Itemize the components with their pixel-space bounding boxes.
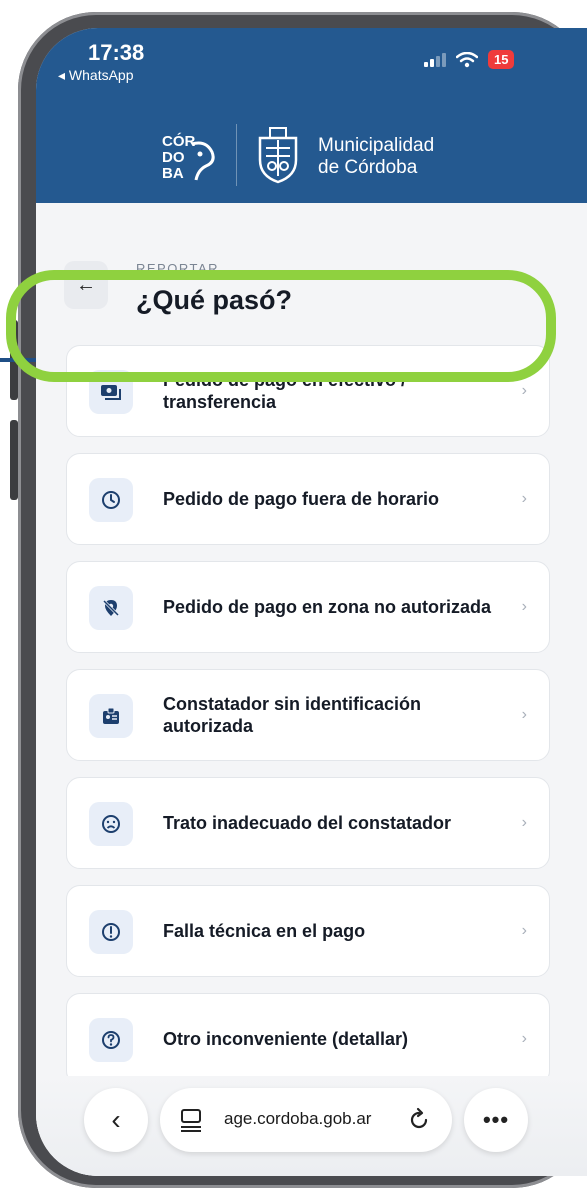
svg-text:CÓR: CÓR [162,132,196,150]
url-text: age.cordoba.gob.ar [224,1109,372,1128]
location-off-icon [89,586,133,630]
section-label: REPORTAR [136,261,220,276]
svg-text:DO: DO [162,149,185,166]
option-label: Falla técnica en el pago [163,921,366,941]
wifi-icon [456,51,478,67]
option-label: Constatador sin identificación autorizad… [163,694,422,736]
cordoba-capital-logo: CÓR DO BA [162,132,215,182]
chevron-right-icon: › [521,922,527,939]
tabs-icon [181,1109,201,1132]
option-other-issue[interactable]: Otro inconveniente (detallar) › [66,993,550,1085]
alert-icon [89,910,133,954]
municipality-line1: Municipalidad [318,135,435,156]
status-time: 17:38 [88,40,145,65]
phone-screen: 17:38 ◂ WhatsApp 15 CÓR DO BA Municipali… [36,28,587,1176]
chevron-right-icon: › [521,706,527,723]
address-bar[interactable]: age.cordoba.gob.ar [160,1088,452,1152]
more-options-button[interactable]: ••• [464,1088,528,1152]
chevron-right-icon: › [521,490,527,507]
back-button[interactable]: ← [64,261,108,309]
cash-icon [89,370,133,414]
chevron-left-icon: ‹ [111,1104,121,1135]
option-out-of-hours[interactable]: Pedido de pago fuera de horario › [66,453,550,545]
option-label: Otro inconveniente (detallar) [163,1029,409,1049]
chevron-right-icon: › [521,814,527,831]
option-cash-transfer[interactable]: Pedido de pago en efectivo / transferenc… [66,345,550,437]
battery-indicator: 15 [488,50,515,69]
option-technical-failure[interactable]: Falla técnica en el pago › [66,885,550,977]
browser-back-button[interactable]: ‹ [84,1088,148,1152]
sad-face-icon [89,802,133,846]
option-label: Pedido de pago fuera de horario [163,489,440,509]
municipal-shield-logo [258,127,298,184]
clock-icon [89,478,133,522]
option-inadequate-treatment[interactable]: Trato inadecuado del constatador › [66,777,550,869]
page-title: ¿Qué pasó? [136,285,293,315]
option-unauthorized-zone[interactable]: Pedido de pago en zona no autorizada › [66,561,550,653]
volume-down-button [10,420,18,500]
option-label: Trato inadecuado del constatador [163,813,452,833]
arrow-left-icon: ← [76,273,96,296]
browser-toolbar: ‹ age.cordoba.gob.ar ••• [36,1076,587,1176]
status-icons: 15 [424,50,515,69]
reload-icon[interactable] [406,1107,432,1133]
report-option-list: Pedido de pago en efectivo / transferenc… [66,345,550,1101]
back-to-whatsapp-link[interactable]: ◂ WhatsApp [58,67,134,84]
chevron-right-icon: › [521,382,527,399]
option-label: Pedido de pago en efectivo / transferenc… [163,370,407,412]
option-label: Pedido de pago en zona no autorizada [163,597,492,617]
logo-divider [236,124,237,186]
chevron-right-icon: › [521,598,527,615]
id-badge-icon [89,694,133,738]
municipality-line2: de Córdoba [318,157,418,178]
main-content: ← REPORTAR ¿Qué pasó? Pedido de pago en … [36,203,587,1176]
more-icon: ••• [482,1107,510,1132]
svg-text:BA: BA [162,165,184,182]
option-no-identification[interactable]: Constatador sin identificación autorizad… [66,669,550,761]
chevron-right-icon: › [521,1030,527,1047]
signal-icon [424,52,446,67]
municipality-name: Municipalidad de Córdoba [318,135,434,179]
help-icon [89,1018,133,1062]
